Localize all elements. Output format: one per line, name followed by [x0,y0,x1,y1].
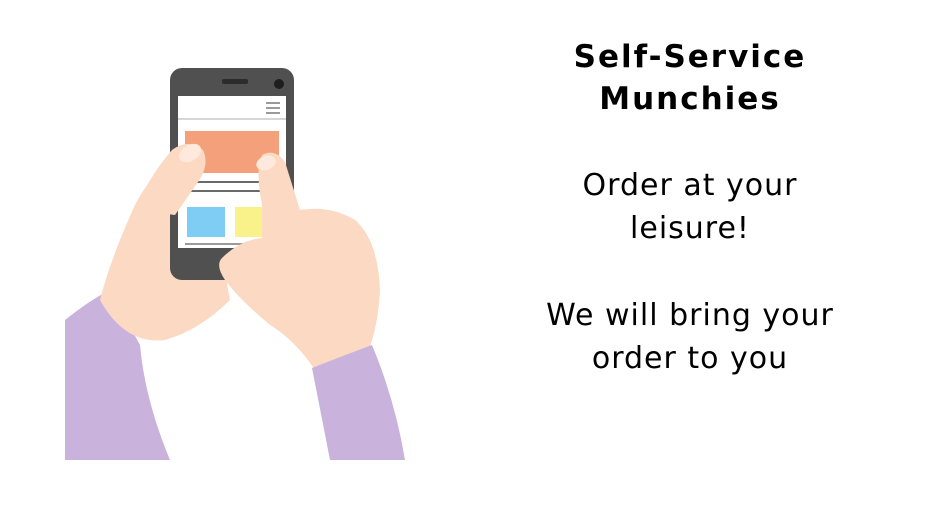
slide-title: Self-Service Munchies [520,36,860,120]
screen-divider [178,118,286,120]
tagline-delivery-line-2: order to you [591,341,789,376]
tagline-order-line-2: leisure! [630,211,750,246]
title-line-2: Munchies [599,81,781,117]
title-line-1: Self-Service [573,39,807,75]
tile-yellow [235,207,265,237]
menu-bar-2 [266,107,280,109]
tagline-order: Order at your leisure! [520,164,860,250]
menu-bar-3 [266,112,280,114]
tagline-delivery: We will bring your order to you [520,294,860,380]
slide-text: Self-Service Munchies Order at your leis… [520,36,860,380]
menu-bar-1 [266,102,280,104]
tagline-delivery-line-1: We will bring your [546,298,834,333]
slide: Self-Service Munchies Order at your leis… [0,0,949,512]
hands-holding-smartphone-icon [65,68,405,460]
phone-speaker [222,79,248,84]
tagline-order-line-1: Order at your [582,168,798,203]
phone-camera [274,79,284,89]
tile-blue [187,207,225,237]
